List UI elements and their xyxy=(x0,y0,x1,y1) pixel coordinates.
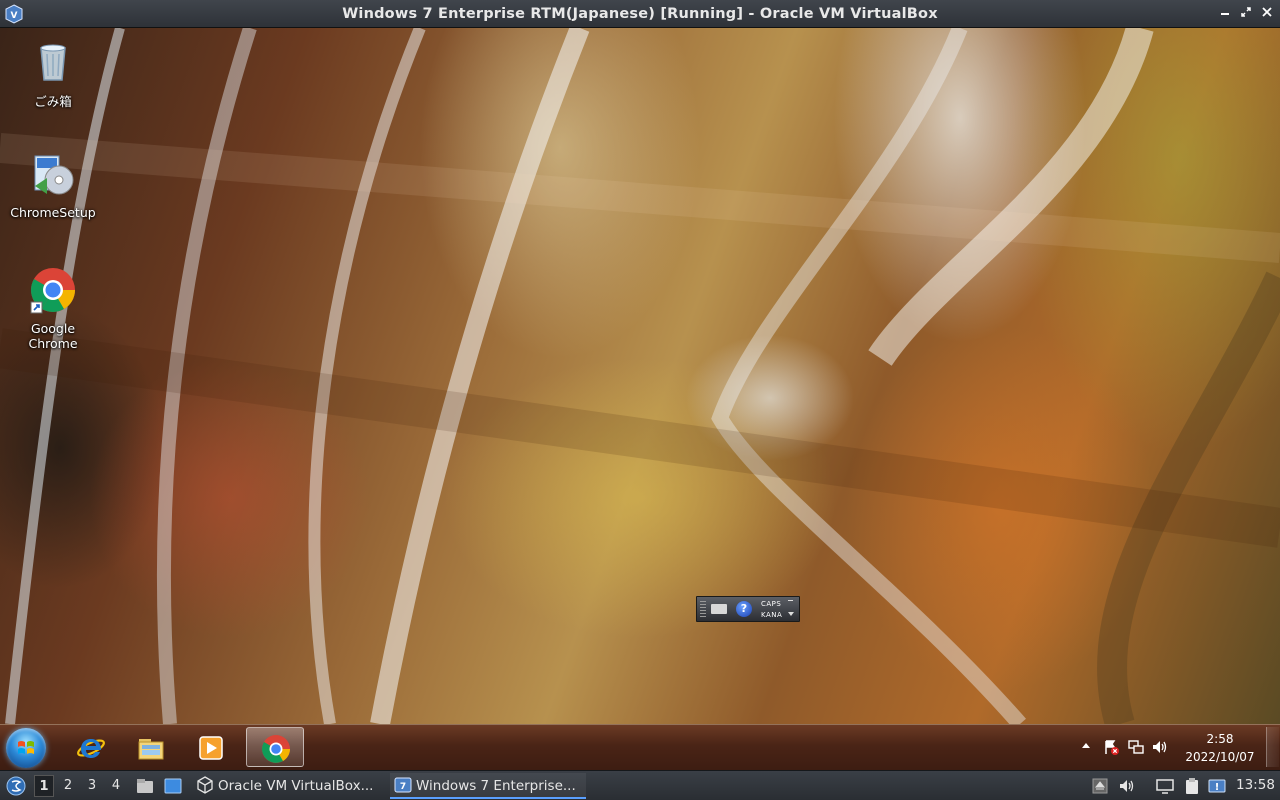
eject-icon[interactable] xyxy=(1091,777,1109,795)
desktop-icon-google-chrome[interactable]: Google Chrome xyxy=(5,266,101,351)
desktop-icon-chromesetup[interactable]: ChromeSetup xyxy=(5,150,101,220)
host-clock[interactable]: 13:58 xyxy=(1236,777,1275,793)
application-menu-icon[interactable] xyxy=(6,776,26,796)
workspace-1[interactable]: 1 xyxy=(34,775,54,797)
internet-explorer-icon xyxy=(77,739,105,758)
chrome-icon xyxy=(262,735,290,763)
virtualbox-vm-icon: 7 xyxy=(394,777,412,793)
guest-desktop[interactable]: ごみ箱 ChromeSetup Google Chrome ? CAPS KAN… xyxy=(0,28,1280,724)
installer-icon xyxy=(34,155,74,195)
host-task-label: Oracle VM VirtualBox... xyxy=(218,778,374,794)
desktop-icon-recycle-bin[interactable]: ごみ箱 xyxy=(5,36,101,110)
help-icon[interactable]: ? xyxy=(736,601,752,617)
minimize-button[interactable] xyxy=(1216,4,1234,24)
svg-text:7: 7 xyxy=(400,782,406,792)
restore-icon xyxy=(1241,7,1251,17)
options-icon[interactable] xyxy=(788,612,794,616)
taskbar-pin-google-chrome[interactable] xyxy=(246,727,304,767)
desktop-icon-label: ChromeSetup xyxy=(10,205,96,220)
show-hidden-icons-button[interactable] xyxy=(1082,743,1090,748)
folder-icon xyxy=(138,739,164,760)
guest-clock[interactable]: 2:58 2022/10/07 xyxy=(1180,730,1260,766)
minimize-icon[interactable] xyxy=(788,600,793,601)
guest-taskbar: 2:58 2022/10/07 xyxy=(0,724,1280,770)
windows-flag-icon xyxy=(18,741,34,754)
recycle-bin-icon xyxy=(40,44,66,81)
action-center-flag-icon[interactable] xyxy=(1103,739,1119,755)
taskbar-pin-media-player[interactable] xyxy=(182,727,238,767)
chrome-icon xyxy=(30,268,75,314)
virtualbox-cube-icon xyxy=(197,776,213,794)
clipboard-icon[interactable] xyxy=(1183,777,1201,795)
file-manager-icon[interactable] xyxy=(136,777,154,795)
window-title: Windows 7 Enterprise RTM(Japanese) [Runn… xyxy=(342,6,938,22)
workspace-4[interactable]: 4 xyxy=(106,775,126,797)
minimize-icon xyxy=(1221,13,1229,15)
guest-clock-time: 2:58 xyxy=(1206,732,1234,746)
host-titlebar: V Windows 7 Enterprise RTM(Japanese) [Ru… xyxy=(0,0,1280,28)
close-icon xyxy=(1262,7,1272,17)
show-desktop-icon[interactable] xyxy=(164,777,182,795)
close-button[interactable] xyxy=(1258,4,1276,24)
guest-clock-date: 2022/10/07 xyxy=(1185,750,1255,764)
wallpaper xyxy=(0,28,1280,724)
host-task-label: Windows 7 Enterprise... xyxy=(416,778,576,794)
maximize-button[interactable] xyxy=(1237,4,1255,24)
keyboard-icon[interactable] xyxy=(711,604,727,614)
taskbar-pin-internet-explorer[interactable] xyxy=(62,727,118,767)
show-desktop-button[interactable] xyxy=(1266,727,1279,767)
desktop-icon-label: Google Chrome xyxy=(28,321,78,351)
volume-icon[interactable] xyxy=(1152,739,1168,755)
host-task-virtualbox-manager[interactable]: Oracle VM VirtualBox... xyxy=(192,773,386,799)
display-icon[interactable] xyxy=(1156,777,1174,795)
caps-indicator: CAPS xyxy=(761,600,782,608)
workspace-3[interactable]: 3 xyxy=(82,775,102,797)
kana-indicator: KANA xyxy=(761,611,783,619)
workspace-2[interactable]: 2 xyxy=(58,775,78,797)
language-bar[interactable]: ? CAPS KANA xyxy=(696,596,800,622)
desktop-icon-label: ごみ箱 xyxy=(34,94,72,109)
network-icon[interactable] xyxy=(1128,739,1144,755)
host-panel: 1 2 3 4 Oracle VM VirtualBox... 7 Window… xyxy=(0,770,1280,800)
taskbar-pin-explorer[interactable] xyxy=(122,727,178,767)
language-bar-grip[interactable] xyxy=(700,601,706,617)
media-player-icon xyxy=(199,736,223,760)
notification-icon[interactable]: ! xyxy=(1208,777,1226,795)
start-button[interactable] xyxy=(6,728,46,768)
host-task-windows7-vm[interactable]: 7 Windows 7 Enterprise... xyxy=(390,773,586,799)
speaker-icon[interactable] xyxy=(1118,777,1136,795)
svg-text:!: ! xyxy=(1215,782,1220,793)
